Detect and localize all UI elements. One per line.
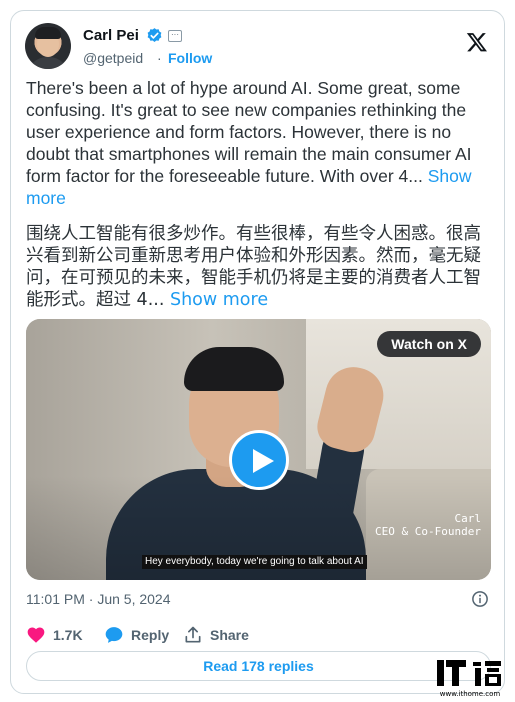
watermark-site: www.ithome.com [439,690,501,698]
ithome-logo-icon [437,660,501,686]
show-more-link-zh[interactable]: Show more [170,290,268,310]
tweet-timestamp[interactable]: 11:01 PM · Jun 5, 2024 [26,591,171,607]
follow-button[interactable]: Follow [168,50,212,66]
reply-bubble-icon [105,627,123,643]
share-label: Share [210,627,249,643]
tweet-card: Carl Pei ··· @getpeid · Follow There's b… [10,10,505,694]
info-icon[interactable] [471,590,489,608]
like-button[interactable]: 1.7K [26,623,83,647]
x-logo-icon[interactable] [466,31,488,53]
tweet-text-en: There's been a lot of hype around AI. So… [26,77,496,209]
read-replies-button[interactable]: Read 178 replies [26,651,491,681]
ithome-watermark-logo: www.ithome.com [435,656,505,702]
reply-label: Reply [131,627,170,643]
overlay-title: CEO & Co-Founder [375,525,481,538]
reply-button[interactable]: Reply [104,623,169,647]
tweet-actions: 1.7K Reply Share [26,623,491,647]
tweet-header: Carl Pei ··· @getpeid · Follow [25,23,490,73]
video-player[interactable]: Watch on X Carl CEO & Co-Founder Hey eve… [26,319,491,580]
share-upload-icon [185,626,201,643]
watch-on-x-button[interactable]: Watch on X [377,331,481,357]
more-options-icon[interactable]: ··· [168,30,182,42]
like-count: 1.7K [53,627,83,643]
play-icon [253,449,274,473]
video-name-overlay: Carl CEO & Co-Founder [356,512,481,538]
tweet-text-zh: 围绕人工智能有很多炒作。有些很棒，有些令人困惑。很高兴看到新公司重新思考用户体验… [26,223,496,311]
play-button[interactable] [229,430,289,490]
author-handle[interactable]: @getpeid [83,50,143,66]
heart-icon [27,627,45,643]
overlay-name: Carl [454,512,482,525]
author-name[interactable]: Carl Pei [83,27,139,44]
tweet-body-en: There's been a lot of hype around AI. So… [26,78,472,186]
avatar[interactable] [25,23,71,69]
share-button[interactable]: Share [183,623,249,647]
verified-badge-icon [147,28,162,42]
separator: · [157,50,162,66]
video-caption: Hey everybody, today we're going to talk… [142,555,367,569]
